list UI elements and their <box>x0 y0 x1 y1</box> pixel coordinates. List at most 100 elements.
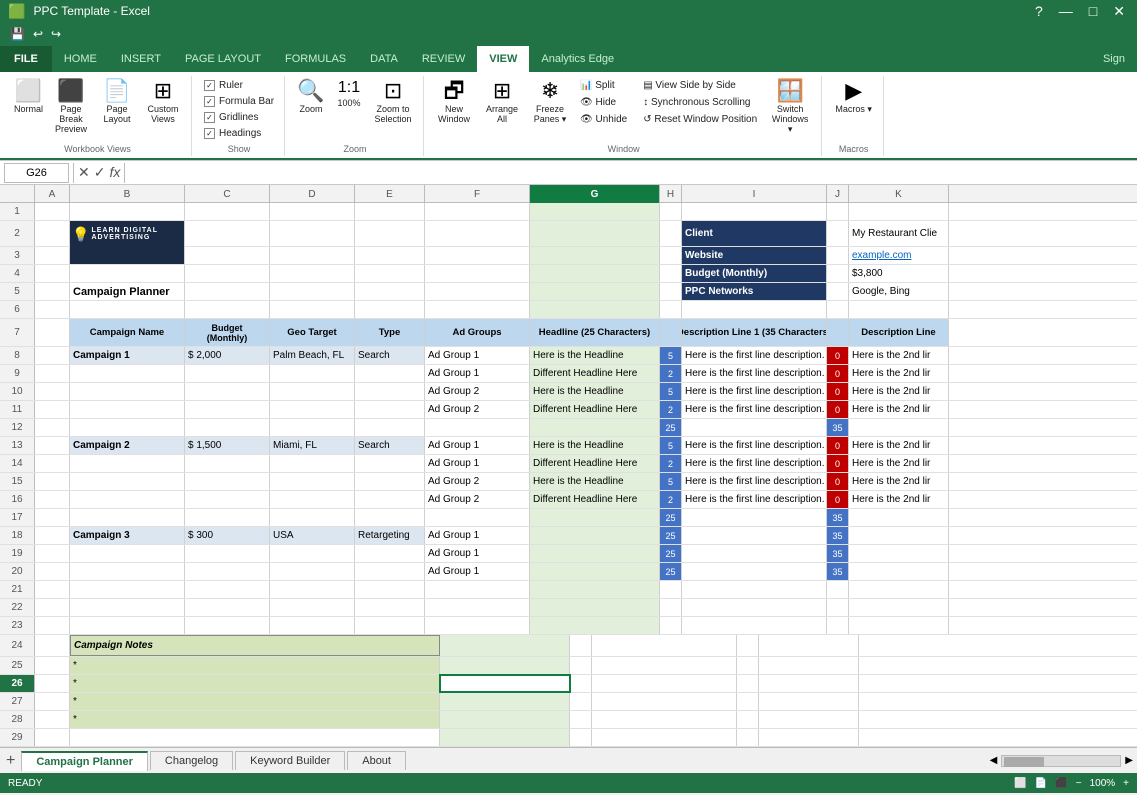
a5[interactable] <box>35 283 70 300</box>
j28[interactable] <box>737 711 759 728</box>
j24[interactable] <box>737 635 759 656</box>
a1[interactable] <box>35 203 70 220</box>
b4[interactable] <box>70 265 185 282</box>
f1[interactable] <box>425 203 530 220</box>
split-btn[interactable]: 📊 Split <box>576 78 631 93</box>
j3[interactable] <box>827 247 849 264</box>
scroll-right-icon[interactable]: ▶ <box>1125 755 1133 766</box>
d5[interactable] <box>270 283 355 300</box>
h26[interactable] <box>570 675 592 692</box>
b19[interactable] <box>70 545 185 562</box>
b22[interactable] <box>70 599 185 616</box>
d20[interactable] <box>270 563 355 580</box>
d14[interactable] <box>270 455 355 472</box>
b16[interactable] <box>70 491 185 508</box>
c6[interactable] <box>185 301 270 318</box>
e10[interactable] <box>355 383 425 400</box>
a21[interactable] <box>35 581 70 598</box>
horizontal-scrollbar[interactable]: ◀ ▶ <box>990 755 1133 767</box>
g23[interactable] <box>530 617 660 634</box>
e20[interactable] <box>355 563 425 580</box>
col-d[interactable]: D <box>270 185 355 203</box>
j4[interactable] <box>827 265 849 282</box>
a22[interactable] <box>35 599 70 616</box>
d6[interactable] <box>270 301 355 318</box>
hide-btn[interactable]: 👁 Hide <box>576 95 631 110</box>
freeze-panes-btn[interactable]: ❄ Freeze Panes ▾ <box>528 78 572 127</box>
h1[interactable] <box>660 203 682 220</box>
unhide-btn[interactable]: 👁 Unhide <box>576 112 631 127</box>
tab-keyword-builder[interactable]: Keyword Builder <box>235 751 345 770</box>
a8[interactable] <box>35 347 70 364</box>
h5[interactable] <box>660 283 682 300</box>
tab-review[interactable]: REVIEW <box>410 46 477 72</box>
headings-checkbox[interactable]: Headings <box>200 126 278 141</box>
c21[interactable] <box>185 581 270 598</box>
j29[interactable] <box>737 729 759 746</box>
j6[interactable] <box>827 301 849 318</box>
h21[interactable] <box>660 581 682 598</box>
a25[interactable] <box>35 657 70 674</box>
help-btn[interactable]: ? <box>1031 3 1047 20</box>
c1[interactable] <box>185 203 270 220</box>
reset-window-btn[interactable]: ↺ Reset Window Position <box>639 112 761 127</box>
zoom-selection-btn[interactable]: ⊡ Zoom to Selection <box>369 78 417 126</box>
e15[interactable] <box>355 473 425 490</box>
website-value-cell[interactable]: example.com <box>849 247 949 264</box>
a14[interactable] <box>35 455 70 472</box>
a2[interactable] <box>35 221 70 246</box>
h22[interactable] <box>660 599 682 616</box>
c15[interactable] <box>185 473 270 490</box>
g3[interactable] <box>530 247 660 264</box>
b11[interactable] <box>70 401 185 418</box>
b15[interactable] <box>70 473 185 490</box>
g25-outline[interactable] <box>440 657 570 674</box>
e3[interactable] <box>355 247 425 264</box>
j23[interactable] <box>827 617 849 634</box>
a23[interactable] <box>35 617 70 634</box>
f5[interactable] <box>425 283 530 300</box>
b21[interactable] <box>70 581 185 598</box>
redo-icon[interactable]: ↪ <box>49 27 63 41</box>
a27[interactable] <box>35 693 70 710</box>
zoom-out-btn[interactable]: − <box>1076 778 1082 789</box>
c4[interactable] <box>185 265 270 282</box>
e6[interactable] <box>355 301 425 318</box>
tab-home[interactable]: HOME <box>52 46 109 72</box>
tab-analytics-edge[interactable]: Analytics Edge <box>529 46 626 72</box>
page-layout-status[interactable]: 📄 <box>1035 778 1047 789</box>
c3-h2[interactable] <box>530 545 660 562</box>
k25[interactable] <box>759 657 859 674</box>
scroll-track[interactable] <box>1001 755 1121 767</box>
macros-btn[interactable]: ▶ Macros ▾ <box>831 78 876 117</box>
i23[interactable] <box>682 617 827 634</box>
g29[interactable] <box>440 729 570 746</box>
tab-sign[interactable]: Sign <box>1091 46 1137 72</box>
f4[interactable] <box>425 265 530 282</box>
d12[interactable] <box>270 419 355 436</box>
name-box[interactable]: G26 <box>4 163 69 183</box>
f21[interactable] <box>425 581 530 598</box>
j21[interactable] <box>827 581 849 598</box>
col-i[interactable]: I <box>682 185 827 203</box>
a17[interactable] <box>35 509 70 526</box>
arrange-all-btn[interactable]: ⊞ Arrange All <box>480 78 524 126</box>
formula-bar-checkbox[interactable]: Formula Bar <box>200 94 278 109</box>
b20[interactable] <box>70 563 185 580</box>
h25[interactable] <box>570 657 592 674</box>
tab-formulas[interactable]: FORMULAS <box>273 46 358 72</box>
h28[interactable] <box>570 711 592 728</box>
col-c[interactable]: C <box>185 185 270 203</box>
c9[interactable] <box>185 365 270 382</box>
e22[interactable] <box>355 599 425 616</box>
i1[interactable] <box>682 203 827 220</box>
h2[interactable] <box>660 221 682 246</box>
c22[interactable] <box>185 599 270 616</box>
c11[interactable] <box>185 401 270 418</box>
d2[interactable] <box>270 221 355 246</box>
page-break-btn[interactable]: ⬛ Page Break Preview <box>49 78 93 136</box>
e1[interactable] <box>355 203 425 220</box>
c3-d1-3[interactable] <box>682 563 827 580</box>
a3[interactable] <box>35 247 70 264</box>
switch-windows-btn[interactable]: 🪟 Switch Windows ▾ <box>765 78 815 137</box>
